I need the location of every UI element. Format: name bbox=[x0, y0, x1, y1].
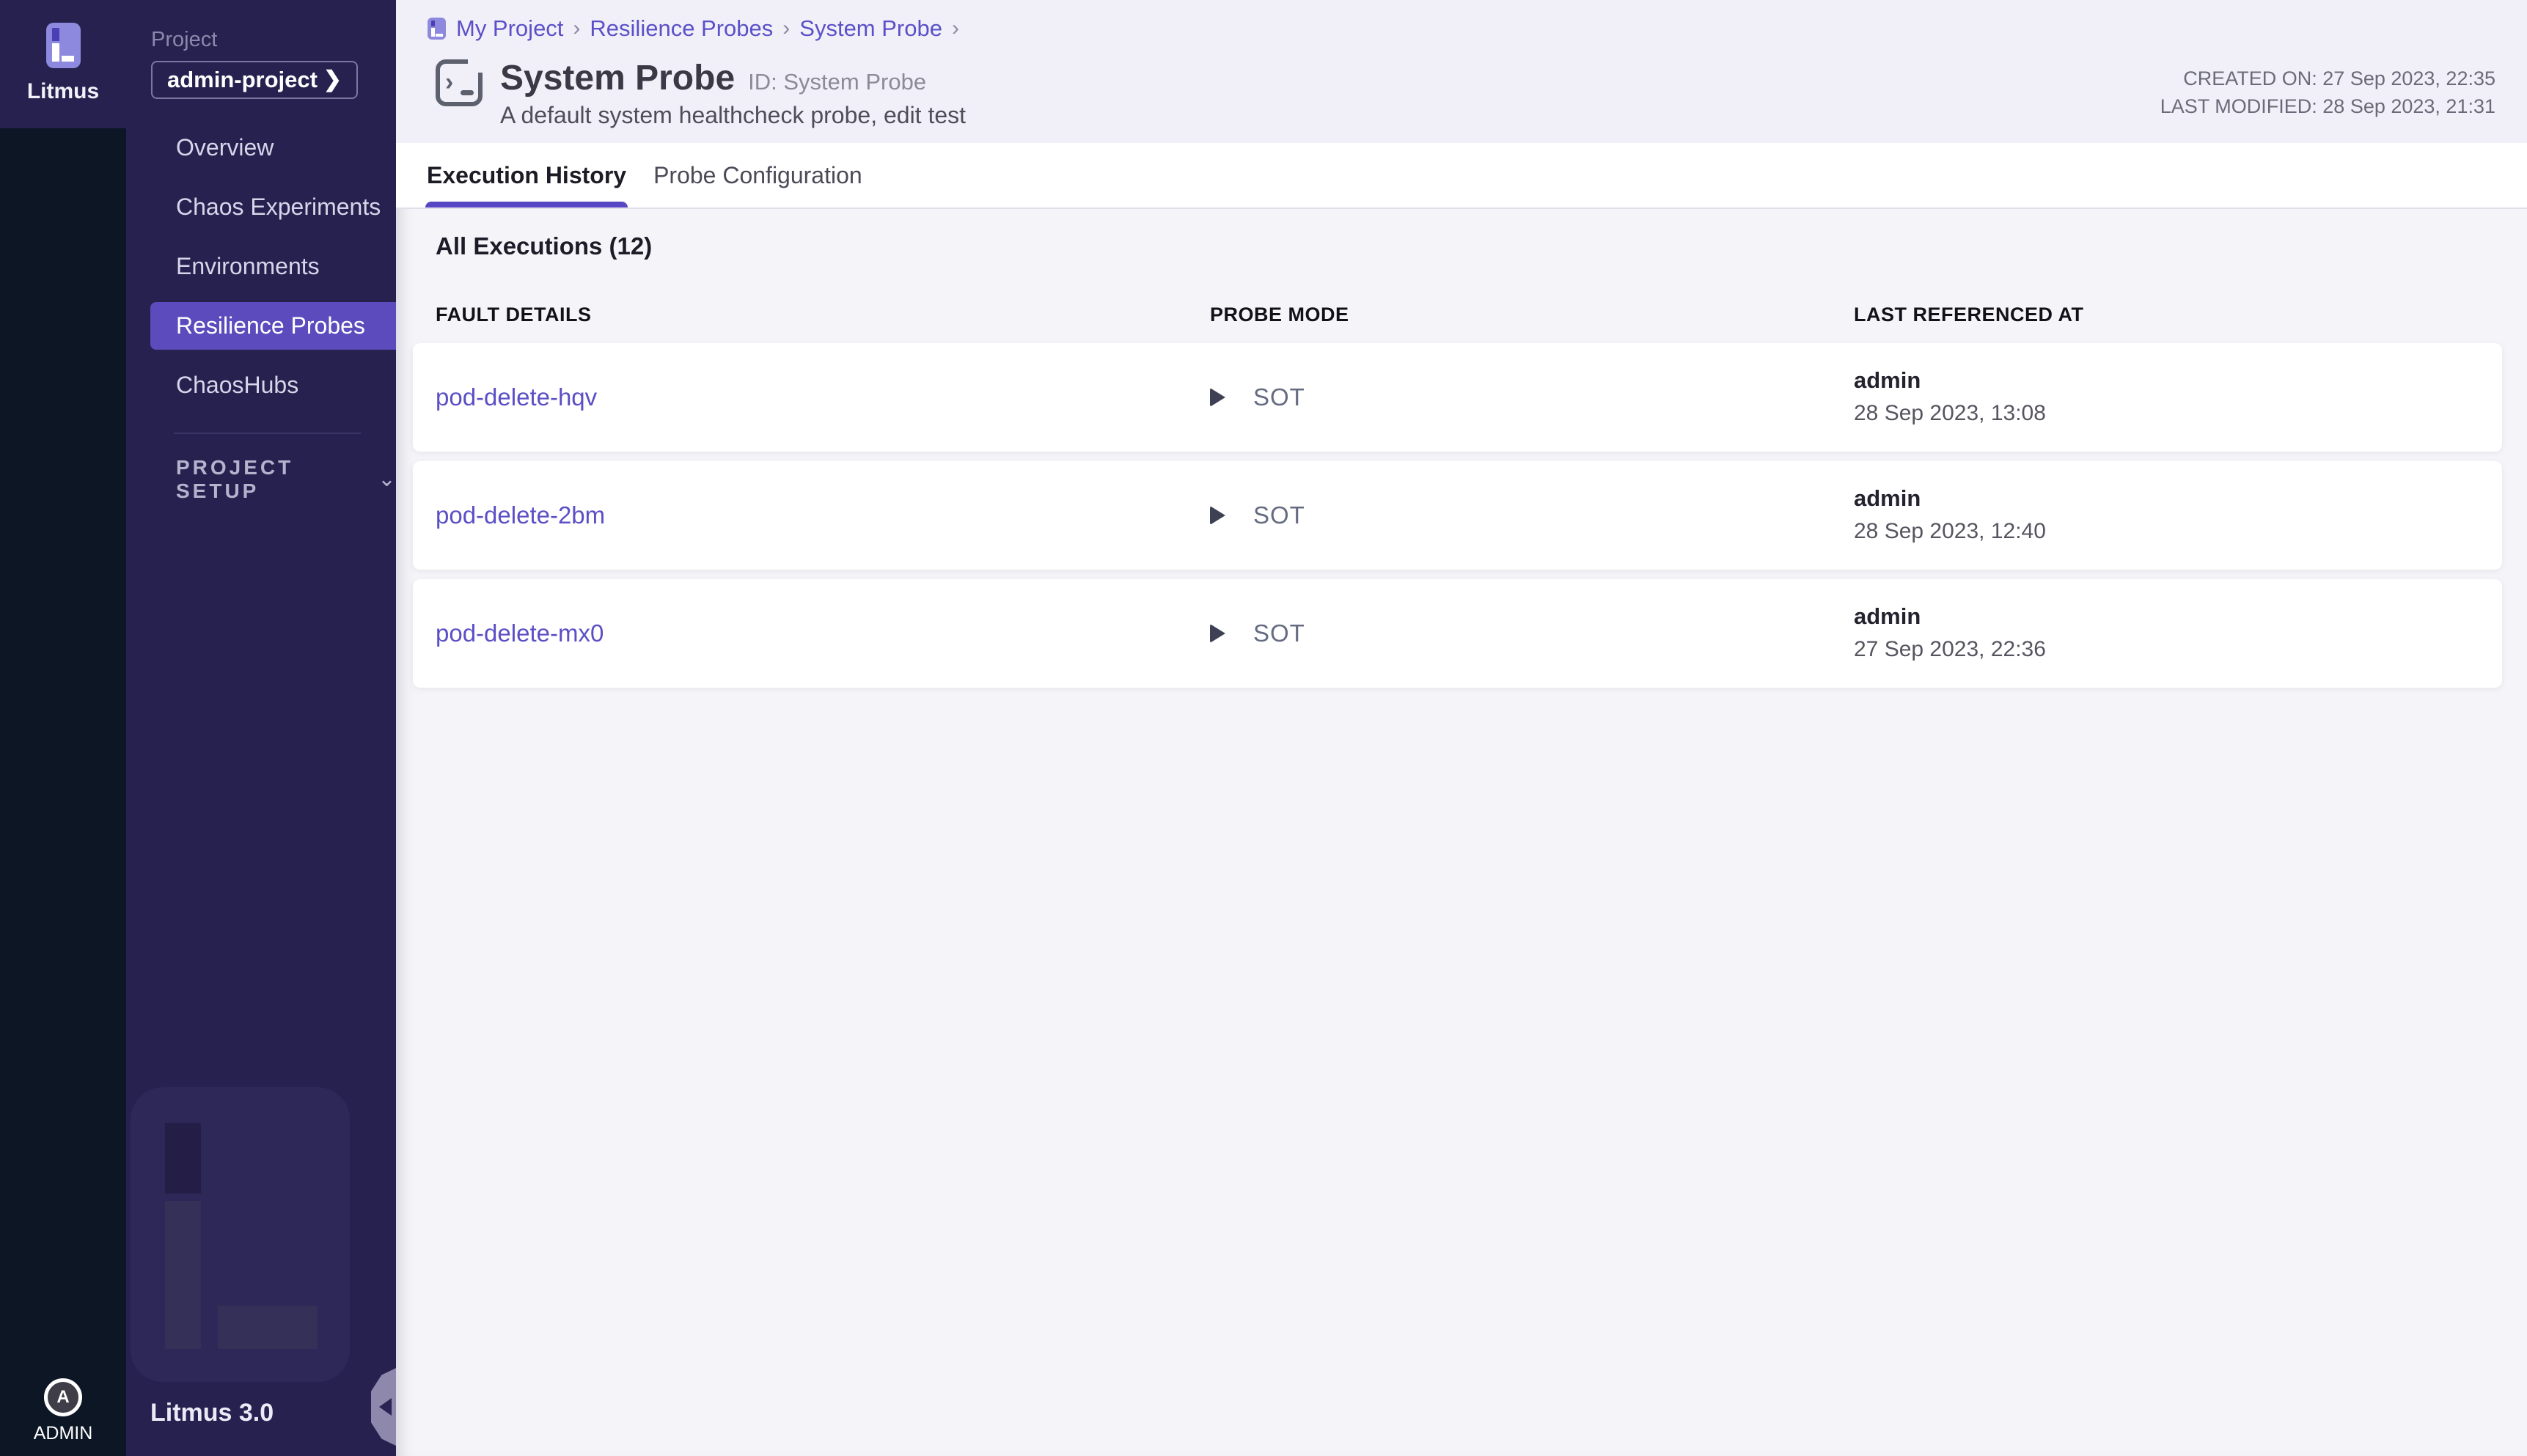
app-version: Litmus 3.0 bbox=[150, 1399, 274, 1427]
sidebar-divider bbox=[174, 433, 361, 434]
sidebar-item-chaos-experiments[interactable]: Chaos Experiments bbox=[126, 177, 396, 237]
table-row[interactable]: pod-delete-2bm SOT admin 28 Sep 2023, 12… bbox=[413, 461, 2502, 570]
play-icon[interactable] bbox=[1210, 506, 1225, 525]
col-fault-details: FAULT DETAILS bbox=[436, 304, 1210, 326]
created-on: CREATED ON: 27 Sep 2023, 22:35 bbox=[2160, 65, 2495, 92]
sidebar-item-chaoshubs[interactable]: ChaosHubs bbox=[126, 356, 396, 415]
executions-content: All Executions (12) FAULT DETAILS PROBE … bbox=[396, 209, 2527, 1456]
chevron-down-icon: ⌄ bbox=[378, 473, 396, 486]
chevron-separator-icon: › bbox=[782, 16, 790, 41]
referenced-at-time: 27 Sep 2023, 22:36 bbox=[1854, 635, 2502, 664]
chevron-right-icon: ❯ bbox=[323, 69, 342, 91]
breadcrumb: My Project › Resilience Probes › System … bbox=[396, 0, 2527, 42]
nav-list: Overview Chaos Experiments Environments … bbox=[126, 118, 396, 415]
probe-mode-value: SOT bbox=[1253, 383, 1305, 411]
breadcrumb-system-probe[interactable]: System Probe bbox=[799, 15, 942, 42]
project-setup-label: PROJECT SETUP bbox=[176, 456, 347, 503]
chevron-separator-icon: › bbox=[952, 16, 959, 41]
active-tab-underline bbox=[425, 202, 628, 207]
play-icon[interactable] bbox=[1210, 624, 1225, 643]
probe-mode-value: SOT bbox=[1253, 619, 1305, 647]
table-header: FAULT DETAILS PROBE MODE LAST REFERENCED… bbox=[413, 302, 2502, 327]
play-icon[interactable] bbox=[1210, 388, 1225, 407]
referenced-by-user: admin bbox=[1854, 367, 2502, 394]
last-modified: LAST MODIFIED: 28 Sep 2023, 21:31 bbox=[2160, 92, 2495, 120]
project-label: Project bbox=[151, 28, 396, 52]
project-selector[interactable]: admin-project ❯ bbox=[151, 61, 358, 99]
breadcrumb-resilience-probes[interactable]: Resilience Probes bbox=[590, 15, 773, 42]
referenced-at-time: 28 Sep 2023, 13:08 bbox=[1854, 399, 2502, 428]
breadcrumb-my-project[interactable]: My Project bbox=[456, 15, 563, 42]
tab-bar: Execution History Probe Configuration bbox=[396, 143, 2527, 209]
litmus-watermark-logo bbox=[131, 1087, 350, 1382]
referenced-by-user: admin bbox=[1854, 603, 2502, 630]
project-setup-toggle[interactable]: PROJECT SETUP ⌄ bbox=[126, 456, 396, 503]
col-last-referenced: LAST REFERENCED AT bbox=[1854, 304, 2502, 326]
page-header: My Project › Resilience Probes › System … bbox=[396, 0, 2527, 143]
sidebar-nav: Project admin-project ❯ Overview Chaos E… bbox=[126, 0, 396, 1456]
table-row[interactable]: pod-delete-mx0 SOT admin 27 Sep 2023, 22… bbox=[413, 579, 2502, 688]
sidebar-item-environments[interactable]: Environments bbox=[126, 237, 396, 296]
sidebar-item-resilience-probes[interactable]: Resilience Probes bbox=[150, 302, 396, 350]
executions-count-title: All Executions (12) bbox=[436, 232, 2502, 261]
page-title: System Probe bbox=[500, 59, 735, 98]
user-block[interactable]: A ADMIN bbox=[0, 1378, 126, 1444]
sidebar-item-overview[interactable]: Overview bbox=[126, 118, 396, 177]
tab-execution-history[interactable]: Execution History bbox=[425, 143, 628, 207]
rail-brand-block: Litmus bbox=[0, 0, 126, 128]
terminal-probe-icon: › bbox=[436, 59, 483, 106]
main-area: My Project › Resilience Probes › System … bbox=[396, 0, 2527, 1456]
collapse-left-icon bbox=[379, 1398, 392, 1416]
brand-name: Litmus bbox=[27, 79, 99, 104]
fault-link[interactable]: pod-delete-mx0 bbox=[436, 619, 1210, 647]
table-row[interactable]: pod-delete-hqv SOT admin 28 Sep 2023, 13… bbox=[413, 343, 2502, 452]
referenced-at-time: 28 Sep 2023, 12:40 bbox=[1854, 517, 2502, 546]
litmus-logo-icon[interactable] bbox=[46, 23, 81, 68]
fault-link[interactable]: pod-delete-2bm bbox=[436, 501, 1210, 529]
avatar[interactable]: A bbox=[44, 1378, 82, 1416]
probe-id-label: ID: System Probe bbox=[748, 69, 926, 95]
probe-description: A default system healthcheck probe, edit… bbox=[500, 102, 966, 129]
user-role-label: ADMIN bbox=[34, 1423, 93, 1444]
executions-table: pod-delete-hqv SOT admin 28 Sep 2023, 13… bbox=[413, 343, 2502, 688]
referenced-by-user: admin bbox=[1854, 485, 2502, 512]
chevron-separator-icon: › bbox=[573, 16, 580, 41]
probe-dates: CREATED ON: 27 Sep 2023, 22:35 LAST MODI… bbox=[2160, 65, 2495, 120]
tab-probe-configuration[interactable]: Probe Configuration bbox=[652, 143, 864, 207]
project-selector-value: admin-project bbox=[167, 67, 318, 93]
fault-link[interactable]: pod-delete-hqv bbox=[436, 383, 1210, 411]
breadcrumb-litmus-icon bbox=[428, 18, 446, 40]
app-rail: Litmus A ADMIN bbox=[0, 0, 126, 1456]
col-probe-mode: PROBE MODE bbox=[1210, 304, 1854, 326]
sidebar-collapse-button[interactable] bbox=[371, 1368, 396, 1446]
probe-mode-value: SOT bbox=[1253, 501, 1305, 529]
